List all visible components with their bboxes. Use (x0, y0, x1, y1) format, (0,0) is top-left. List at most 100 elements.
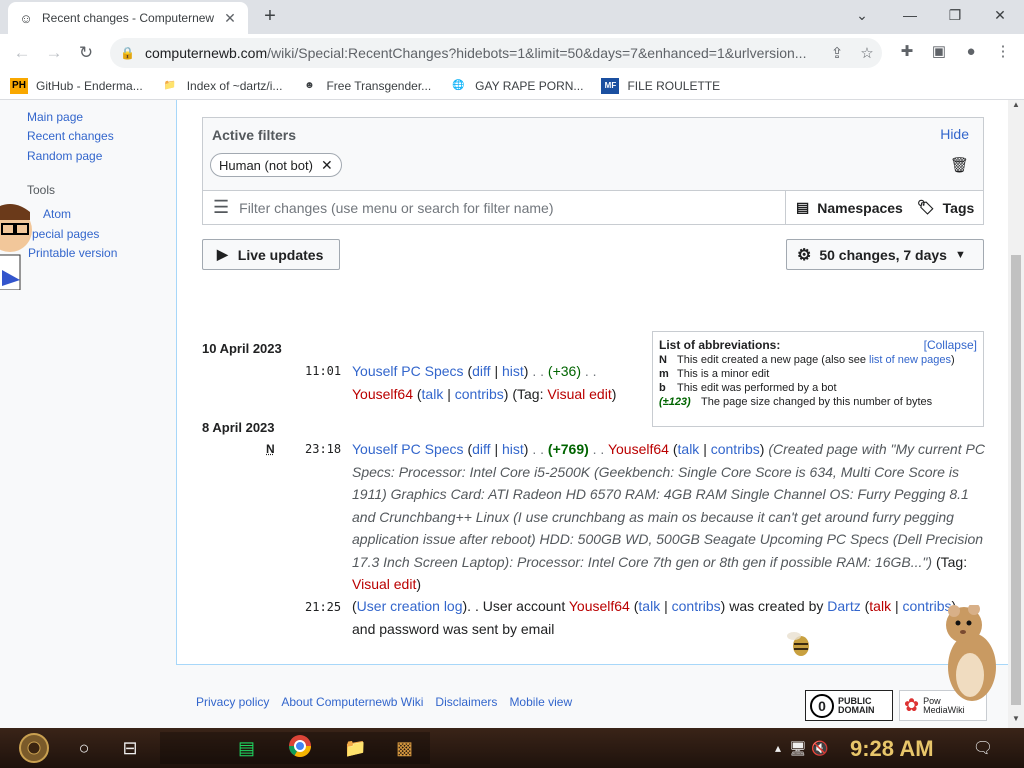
page-link[interactable]: Youself PC Specs (352, 363, 464, 379)
public-domain-badge[interactable]: 0 PUBLIC DOMAIN (805, 690, 893, 721)
legend-text: The page size changed by this number of … (701, 396, 933, 408)
side-panel-icon[interactable]: ▣ (928, 40, 950, 64)
chrome-icon[interactable] (288, 734, 312, 763)
tag-suffix: ) (416, 576, 422, 592)
talk-link[interactable]: talk (869, 598, 891, 614)
privacy-policy-link[interactable]: Privacy policy (196, 695, 269, 709)
spotify-icon[interactable]: ▤ (238, 738, 255, 759)
hist-link[interactable]: hist (502, 363, 524, 379)
creator-link[interactable]: Dartz (827, 598, 860, 614)
collapse-link[interactable]: [Collapse] (924, 338, 977, 352)
lock-icon[interactable]: 🔒 (120, 46, 135, 60)
bookmark-label: Free Transgender... (326, 78, 432, 93)
sidebar-item-recent-changes[interactable]: Recent changes (27, 129, 114, 143)
reload-icon[interactable]: ↻ (70, 43, 102, 63)
filter-chip-human[interactable]: Human (not bot) ✕ (210, 153, 342, 177)
sidebar-item-special-pages[interactable]: pecial pages (32, 227, 99, 241)
hist-link[interactable]: hist (502, 441, 524, 457)
scrollbar-thumb[interactable] (1011, 255, 1021, 705)
close-tab-icon[interactable]: ✕ (222, 10, 238, 27)
legend-key: b (659, 382, 666, 394)
forward-icon[interactable]: → (38, 43, 70, 63)
trash-icon[interactable]: 🗑 (950, 156, 969, 174)
extensions-icon[interactable]: ✚ (896, 40, 918, 64)
bookmark-globe[interactable]: 🌐 GAY RAPE PORN... (449, 78, 584, 94)
network-icon[interactable]: 🖥 (788, 732, 808, 764)
live-updates-button[interactable]: ▶ Live updates (202, 239, 340, 270)
profile-avatar-icon[interactable]: ● (960, 40, 982, 64)
hide-filters-link[interactable]: Hide (940, 126, 969, 142)
minimize-icon[interactable]: — (890, 4, 930, 28)
remove-filter-icon[interactable]: ✕ (321, 157, 333, 174)
sidebar-item-main-page[interactable]: Main page (27, 110, 83, 124)
tags-button[interactable]: Tags (943, 200, 975, 216)
volume-muted-icon[interactable]: 🔇 (810, 732, 830, 764)
disclaimers-link[interactable]: Disclaimers (435, 695, 497, 709)
tag-link[interactable]: Visual edit (547, 386, 611, 402)
contribs-link[interactable]: contribs (672, 598, 721, 614)
share-icon[interactable]: ⇪ (822, 44, 852, 62)
restore-icon[interactable]: ❐ (935, 4, 975, 28)
address-bar[interactable]: 🔒 computernewb.com/wiki/Special:RecentCh… (110, 38, 882, 68)
start-button-icon[interactable] (6, 732, 62, 764)
mobile-view-link[interactable]: Mobile view (509, 695, 572, 709)
talk-link[interactable]: talk (638, 598, 660, 614)
menu-kebab-icon[interactable]: ⋮ (992, 40, 1014, 64)
taskbar-clock[interactable]: 9:28 AM (850, 736, 934, 762)
talk-link[interactable]: talk (422, 386, 444, 402)
bookmark-star-icon[interactable]: ☆ (852, 44, 882, 62)
page-link[interactable]: Youself PC Specs (352, 441, 464, 457)
namespaces-button[interactable]: Namespaces (817, 200, 903, 216)
tab-strip: ☺ Recent changes - Computernew ✕ + ⌄ — ❐… (0, 0, 1024, 34)
about-link[interactable]: About Computernewb Wiki (281, 695, 423, 709)
url-path: /wiki/Special:RecentChanges?hidebots=1&l… (267, 45, 807, 61)
diff-link[interactable]: diff (472, 441, 490, 457)
search-placeholder: Filter changes (use menu or search for f… (239, 199, 554, 216)
changes-days-dropdown[interactable]: ⚙ 50 changes, 7 days ▼ (786, 239, 984, 270)
cortana-circle-icon[interactable]: ○ (70, 732, 98, 764)
tag-link[interactable]: Visual edit (352, 576, 416, 592)
new-tab-button[interactable]: + (258, 5, 282, 29)
steampunk-start-icon (19, 733, 49, 763)
sidebar-item-atom[interactable]: Atom (43, 207, 71, 221)
user-link[interactable]: Youself64 (608, 441, 669, 457)
back-icon[interactable]: ← (6, 43, 38, 63)
bookmark-file-roulette[interactable]: MF FILE ROULETTE (601, 77, 720, 94)
legend-text: This edit was performed by a bot (677, 382, 837, 394)
legend-key: m (659, 368, 669, 380)
new-pages-link[interactable]: list of new pages (869, 354, 951, 366)
public-domain-icon: 0 (810, 693, 834, 718)
bookmark-index[interactable]: 📁 Index of ~dartz/i... (161, 78, 282, 94)
scroll-down-arrow-icon[interactable]: ▼ (1008, 714, 1024, 728)
bee-sticker-icon (787, 632, 809, 656)
diff-link[interactable]: diff (472, 363, 490, 379)
url-text[interactable]: computernewb.com/wiki/Special:RecentChan… (145, 45, 822, 61)
task-view-icon[interactable]: ⊟ (116, 732, 144, 764)
tab-recent-changes[interactable]: ☺ Recent changes - Computernew ✕ (8, 2, 248, 34)
bookmark-github[interactable]: PH GitHub - Enderma... (10, 77, 143, 94)
contribs-link[interactable]: contribs (711, 441, 760, 457)
sidebar-item-printable-version[interactable]: Printable version (28, 246, 117, 260)
folder-icon: 📁 (163, 80, 176, 91)
sidebar-item-random-page[interactable]: Random page (27, 149, 102, 163)
tab-search-icon[interactable]: ⌄ (842, 4, 882, 28)
tag-prefix: (Tag: (512, 385, 548, 402)
close-window-icon[interactable]: ✕ (980, 4, 1020, 28)
notifications-icon[interactable]: 🗨 (970, 732, 996, 764)
taskbar: ○ ⊟ ▤ 📁 ▩ ▴ 🖥 🔇 9:28 AM 🗨 (0, 728, 1024, 768)
filter-search-input[interactable]: ☰ Filter changes (use menu or search for… (203, 191, 785, 224)
filter-chip-label: Human (not bot) (219, 157, 313, 173)
user-link[interactable]: Youself64 (352, 386, 413, 402)
contribs-link[interactable]: contribs (455, 386, 504, 402)
scroll-up-arrow-icon[interactable]: ▲ (1008, 100, 1024, 114)
show-hidden-icons[interactable]: ▴ (768, 732, 788, 764)
cartoon-man-sticker-icon (0, 204, 32, 290)
page-scrollbar[interactable]: ▲ ▼ (1008, 100, 1024, 728)
bookmark-free[interactable]: ☻ Free Transgender... (300, 78, 431, 94)
talk-link[interactable]: talk (678, 441, 700, 457)
user-creation-log-link[interactable]: User creation log (357, 598, 463, 614)
file-explorer-icon[interactable]: 📁 (344, 738, 366, 759)
change-entry: Youself PC Specs (diff | hist) . . (+36)… (352, 363, 617, 402)
user-link[interactable]: Youself64 (569, 598, 630, 614)
app-icon[interactable]: ▩ (396, 738, 413, 759)
